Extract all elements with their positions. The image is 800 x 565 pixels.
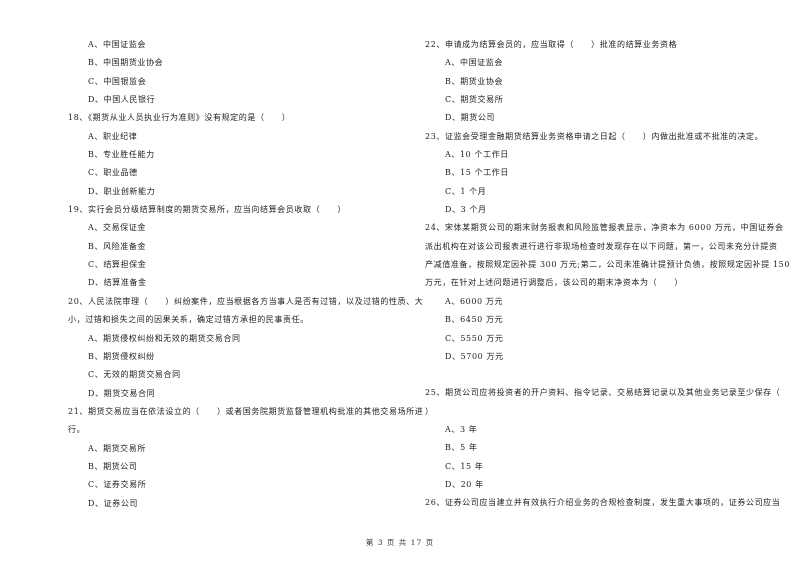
- question-21: 21、期货交易应当在依法设立的（ ）或者国务院期货监督管理机构批准的其他交易场所…: [68, 406, 424, 508]
- question-17-options: A、中国证监会 B、中国期货业协会 C、中国银监会 D、中国人民银行: [68, 40, 403, 104]
- question-23: 23、证监会受理金融期货结算业务资格申请之日起（ ）内做出批准或不批准的决定。 …: [425, 132, 775, 214]
- option-d: D、期货交易合同: [88, 388, 156, 398]
- option-b: B、专业胜任能力: [88, 150, 155, 160]
- option-a: A、期货侵权纠纷和无效的期货交易合同: [88, 333, 241, 343]
- page-number: 第 3 页 共 17 页: [365, 538, 435, 547]
- question-19: 19、实行会员分级结算制度的期货交易所，应当向结算会员收取（ ） A、交易保证金…: [68, 205, 403, 287]
- option-c: C、5550 万元: [445, 333, 504, 343]
- option-b: B、期货侵权纠纷: [88, 351, 155, 361]
- question-stem-line-3: 产减值准备，按照规定因补提 300 万元;第二，公司未准确计提预计负债，按照规定…: [425, 260, 791, 270]
- option-b: B、15 个工作日: [445, 168, 510, 178]
- option-a: A、3 年: [445, 424, 478, 434]
- question-18: 18、《期货从业人员执业行为准则》没有规定的是（ ） A、职业纪律 B、专业胜任…: [68, 113, 403, 195]
- option-c: C、无效的期货交易合同: [88, 370, 181, 380]
- option-d: D、20 年: [445, 479, 484, 489]
- option-c: C、证券交易所: [88, 480, 147, 490]
- exam-page: A、中国证监会 B、中国期货业协会 C、中国银监会 D、中国人民银行 18、《期…: [0, 0, 800, 565]
- option-d: D、职业创新能力: [88, 186, 156, 196]
- question-stem-line-2: ）: [425, 406, 434, 416]
- question-stem-line-1: 24、宋体某期货公司的期末财务报表和风险监管报表显示，净资本为 6000 万元，…: [425, 223, 784, 233]
- question-22: 22、申请成为结算会员的，应当取得（ ）批准的结算业务资格 A、中国证监会 B、…: [425, 40, 775, 122]
- option-a: A、10 个工作日: [445, 150, 509, 160]
- option-b: B、中国期货业协会: [88, 58, 164, 68]
- question-20: 20、人民法院审理（ ）纠纷案件，应当根据各方当事人是否有过错，以及过错的性质、…: [68, 296, 424, 398]
- question-24: 24、宋体某期货公司的期末财务报表和风险监管报表显示，净资本为 6000 万元，…: [425, 223, 791, 361]
- question-stem: 18、《期货从业人员执业行为准则》没有规定的是（ ）: [68, 113, 291, 123]
- question-stem-line-1: 26、证券公司应当建立并有效执行介绍业务的合规检查制度，发生重大事项的，证券公司…: [425, 498, 781, 508]
- question-stem-line-1: 25、期货公司应将投资者的开户资料、指令记录、交易结算记录以及其他业务记录至少保…: [425, 388, 781, 398]
- option-a: A、职业纪律: [88, 131, 138, 141]
- left-column: A、中国证监会 B、中国期货业协会 C、中国银监会 D、中国人民银行 18、《期…: [68, 40, 424, 517]
- question-stem-line-4: 万元，在针对上述问题进行调整后，该公司的期末净资本为（ ）: [425, 278, 683, 288]
- question-stem: 22、申请成为结算会员的，应当取得（ ）批准的结算业务资格: [425, 40, 678, 49]
- question-stem-line-2: 行。: [68, 425, 86, 435]
- question-stem-line-1: 20、人民法院审理（ ）纠纷案件，应当根据各方当事人是否有过错，以及过错的性质、…: [68, 296, 424, 306]
- option-a: A、中国证监会: [445, 58, 503, 68]
- option-d: D、中国人民银行: [88, 95, 156, 105]
- question-stem: 23、证监会受理金融期货结算业务资格申请之日起（ ）内做出批准或不批准的决定。: [425, 131, 764, 141]
- question-stem-line-2: 小，过错和损失之间的因果关系，确定过错方承担的民事责任。: [68, 315, 309, 325]
- option-c: C、期货交易所: [445, 95, 504, 105]
- option-d: D、3 个月: [445, 205, 487, 215]
- option-b: B、5 年: [445, 443, 478, 453]
- option-d: D、5700 万元: [445, 351, 504, 361]
- question-stem-line-2: 派出机构在对该公司报表进行进行非现场检查时发现存在以下问题，第一，公司未充分计提…: [425, 241, 778, 251]
- option-d: D、证券公司: [88, 498, 139, 508]
- question-stem: 19、实行会员分级结算制度的期货交易所，应当向结算会员收取（ ）: [68, 205, 346, 215]
- option-a: A、交易保证金: [88, 223, 146, 233]
- question-stem-line-1: 21、期货交易应当在依法设立的（ ）或者国务院期货监督管理机构批准的其他交易场所…: [68, 406, 424, 416]
- option-b: B、期货业协会: [445, 76, 504, 86]
- option-c: C、中国银监会: [88, 76, 147, 86]
- option-b: B、6450 万元: [445, 315, 504, 325]
- question-26: 26、证券公司应当建立并有效执行介绍业务的合规检查制度，发生重大事项的，证券公司…: [425, 498, 781, 508]
- option-c: C、15 年: [445, 461, 484, 471]
- option-a: A、期货交易所: [88, 443, 146, 453]
- option-b: B、期货公司: [88, 461, 138, 471]
- option-c: C、结算担保金: [88, 260, 147, 270]
- option-d: D、结算准备金: [88, 278, 147, 288]
- option-b: B、风险准备金: [88, 241, 147, 251]
- option-d: D、期货公司: [445, 113, 496, 123]
- option-a: A、中国证监会: [88, 40, 146, 49]
- right-column: 22、申请成为结算会员的，应当取得（ ）批准的结算业务资格 A、中国证监会 B、…: [425, 40, 791, 517]
- option-c: C、1 个月: [445, 186, 487, 196]
- option-a: A、6000 万元: [445, 296, 504, 306]
- option-c: C、职业品德: [88, 168, 138, 178]
- question-25: 25、期货公司应将投资者的开户资料、指令记录、交易结算记录以及其他业务记录至少保…: [425, 388, 781, 489]
